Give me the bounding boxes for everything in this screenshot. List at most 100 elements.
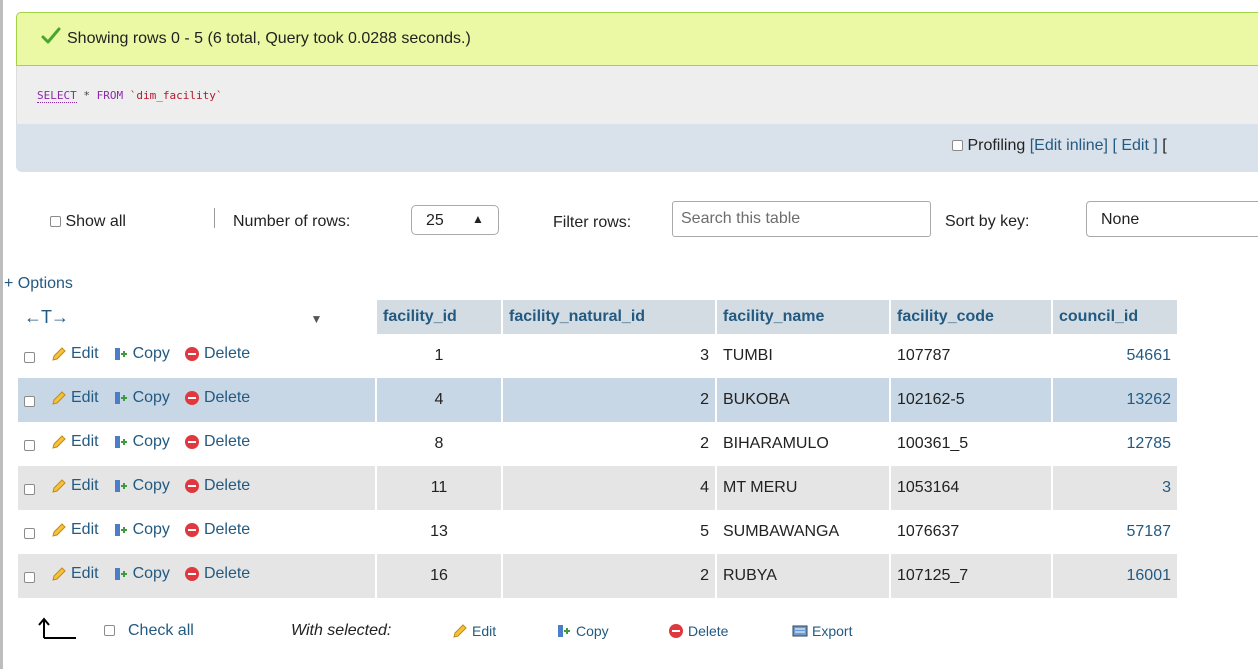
row-edit-link[interactable]: Edit xyxy=(51,565,99,583)
cell-council-id[interactable]: 54661 xyxy=(1053,334,1177,378)
cell-facility-id[interactable]: 8 xyxy=(377,422,501,466)
bulk-export-button[interactable]: Export xyxy=(792,623,852,639)
row-copy-link[interactable]: Copy xyxy=(113,477,170,495)
pencil-icon xyxy=(52,391,66,405)
show-all-control[interactable]: Show all xyxy=(50,213,126,231)
row-delete-link[interactable]: Delete xyxy=(184,345,250,363)
sort-value: None xyxy=(1101,211,1140,228)
column-header-facility-name[interactable]: facility_name xyxy=(717,300,889,334)
show-all-checkbox[interactable] xyxy=(50,216,61,228)
row-actions: Edit Copy Delete xyxy=(18,554,375,598)
sql-table-name: `dim_facility` xyxy=(129,89,223,102)
cell-facility-id[interactable]: 11 xyxy=(377,466,501,510)
column-header-facility-natural-id[interactable]: facility_natural_id xyxy=(503,300,715,334)
cell-facility-id[interactable]: 1 xyxy=(377,334,501,378)
cell-facility-code[interactable]: 107787 xyxy=(891,334,1051,378)
table-row[interactable]: Edit Copy Delete 1 3 TUMBI 107787 54661 xyxy=(18,334,1177,378)
bulk-delete-button[interactable]: Delete xyxy=(668,623,728,639)
cell-facility-natural-id[interactable]: 2 xyxy=(503,554,715,598)
pencil-icon xyxy=(453,624,467,638)
more-links-trail: [ xyxy=(1162,137,1167,154)
cell-facility-name[interactable]: TUMBI xyxy=(717,334,889,378)
row-checkbox[interactable] xyxy=(24,396,35,408)
row-copy-link[interactable]: Copy xyxy=(113,433,170,451)
table-row[interactable]: Edit Copy Delete 4 2 BUKOBA 102162-5 13262 xyxy=(18,378,1177,422)
bulk-edit-button[interactable]: Edit xyxy=(452,623,496,639)
cell-council-id[interactable]: 16001 xyxy=(1053,554,1177,598)
row-copy-link[interactable]: Copy xyxy=(113,345,170,363)
cell-facility-code[interactable]: 100361_5 xyxy=(891,422,1051,466)
sql-keyword-select[interactable]: SELECT xyxy=(37,89,77,103)
check-all-label[interactable]: Check all xyxy=(128,622,194,640)
profiling-checkbox[interactable] xyxy=(952,140,963,152)
cell-facility-code[interactable]: 107125_7 xyxy=(891,554,1051,598)
column-arrows-icon[interactable]: ←T→ xyxy=(24,307,69,327)
column-header-council-id[interactable]: council_id xyxy=(1053,300,1177,334)
row-edit-link[interactable]: Edit xyxy=(51,477,99,495)
row-copy-link[interactable]: Copy xyxy=(113,565,170,583)
edit-inline-link[interactable]: [Edit inline] xyxy=(1030,137,1108,154)
row-checkbox[interactable] xyxy=(24,440,35,452)
cell-facility-natural-id[interactable]: 5 xyxy=(503,510,715,554)
row-checkbox[interactable] xyxy=(24,484,35,496)
with-selected-label: With selected: xyxy=(291,622,392,639)
sql-star: * xyxy=(83,89,90,102)
row-checkbox[interactable] xyxy=(24,528,35,540)
copy-icon xyxy=(114,392,127,404)
cell-facility-natural-id[interactable]: 2 xyxy=(503,378,715,422)
rows-label: Number of rows: xyxy=(233,213,351,230)
cell-facility-name[interactable]: MT MERU xyxy=(717,466,889,510)
rows-select[interactable]: 25 ▲ xyxy=(411,205,499,235)
cell-facility-code[interactable]: 1076637 xyxy=(891,510,1051,554)
cell-facility-name[interactable]: SUMBAWANGA xyxy=(717,510,889,554)
row-edit-link[interactable]: Edit xyxy=(51,521,99,539)
table-row[interactable]: Edit Copy Delete 11 4 MT MERU 1053164 3 xyxy=(18,466,1177,510)
cell-council-id[interactable]: 3 xyxy=(1053,466,1177,510)
bulk-copy-button[interactable]: Copy xyxy=(556,623,609,639)
cell-facility-name[interactable]: BIHARAMULO xyxy=(717,422,889,466)
edit-link[interactable]: [ Edit ] xyxy=(1112,137,1157,154)
sql-keyword-from: FROM xyxy=(96,89,124,102)
cell-facility-natural-id[interactable]: 2 xyxy=(503,422,715,466)
cell-council-id[interactable]: 13262 xyxy=(1053,378,1177,422)
column-controls-header: ←T→ ▼ xyxy=(18,300,375,334)
sort-by-key-select[interactable]: None xyxy=(1086,201,1258,237)
row-copy-link[interactable]: Copy xyxy=(113,521,170,539)
row-checkbox[interactable] xyxy=(24,572,35,584)
row-checkbox[interactable] xyxy=(24,352,35,364)
row-copy-link[interactable]: Copy xyxy=(113,389,170,407)
column-header-facility-code[interactable]: facility_code xyxy=(891,300,1051,334)
column-header-facility-id[interactable]: facility_id xyxy=(377,300,501,334)
column-dropdown-icon[interactable]: ▼ xyxy=(310,312,322,326)
table-row[interactable]: Edit Copy Delete 13 5 SUMBAWANGA 1076637 57187 xyxy=(18,510,1177,554)
row-delete-link[interactable]: Delete xyxy=(184,565,250,583)
select-arrows-icon: ▲ xyxy=(472,212,484,226)
row-edit-link[interactable]: Edit xyxy=(51,389,99,407)
cell-facility-code[interactable]: 1053164 xyxy=(891,466,1051,510)
row-edit-link[interactable]: Edit xyxy=(51,433,99,451)
row-delete-link[interactable]: Delete xyxy=(184,389,250,407)
table-row[interactable]: Edit Copy Delete 8 2 BIHARAMULO 100361_5 12785 xyxy=(18,422,1177,466)
table-row[interactable]: Edit Copy Delete 16 2 RUBYA 107125_7 16001 xyxy=(18,554,1177,598)
table-navigation: Show all Number of rows: 25 ▲ Filter row… xyxy=(0,192,1258,248)
cell-council-id[interactable]: 12785 xyxy=(1053,422,1177,466)
cell-facility-id[interactable]: 4 xyxy=(377,378,501,422)
row-delete-link[interactable]: Delete xyxy=(184,433,250,451)
cell-facility-name[interactable]: RUBYA xyxy=(717,554,889,598)
cell-council-id[interactable]: 57187 xyxy=(1053,510,1177,554)
check-all-checkbox[interactable] xyxy=(104,625,115,636)
copy-icon xyxy=(558,625,570,637)
filter-rows-input[interactable] xyxy=(672,201,931,237)
cell-facility-id[interactable]: 13 xyxy=(377,510,501,554)
cell-facility-natural-id[interactable]: 3 xyxy=(503,334,715,378)
row-delete-link[interactable]: Delete xyxy=(184,521,250,539)
success-banner: Showing rows 0 - 5 (6 total, Query took … xyxy=(16,12,1258,66)
cell-facility-id[interactable]: 16 xyxy=(377,554,501,598)
cell-facility-name[interactable]: BUKOBA xyxy=(717,378,889,422)
row-delete-link[interactable]: Delete xyxy=(184,477,250,495)
cell-facility-natural-id[interactable]: 4 xyxy=(503,466,715,510)
row-edit-link[interactable]: Edit xyxy=(51,345,99,363)
row-actions: Edit Copy Delete xyxy=(18,422,375,466)
options-link[interactable]: + Options xyxy=(4,275,73,293)
cell-facility-code[interactable]: 102162-5 xyxy=(891,378,1051,422)
